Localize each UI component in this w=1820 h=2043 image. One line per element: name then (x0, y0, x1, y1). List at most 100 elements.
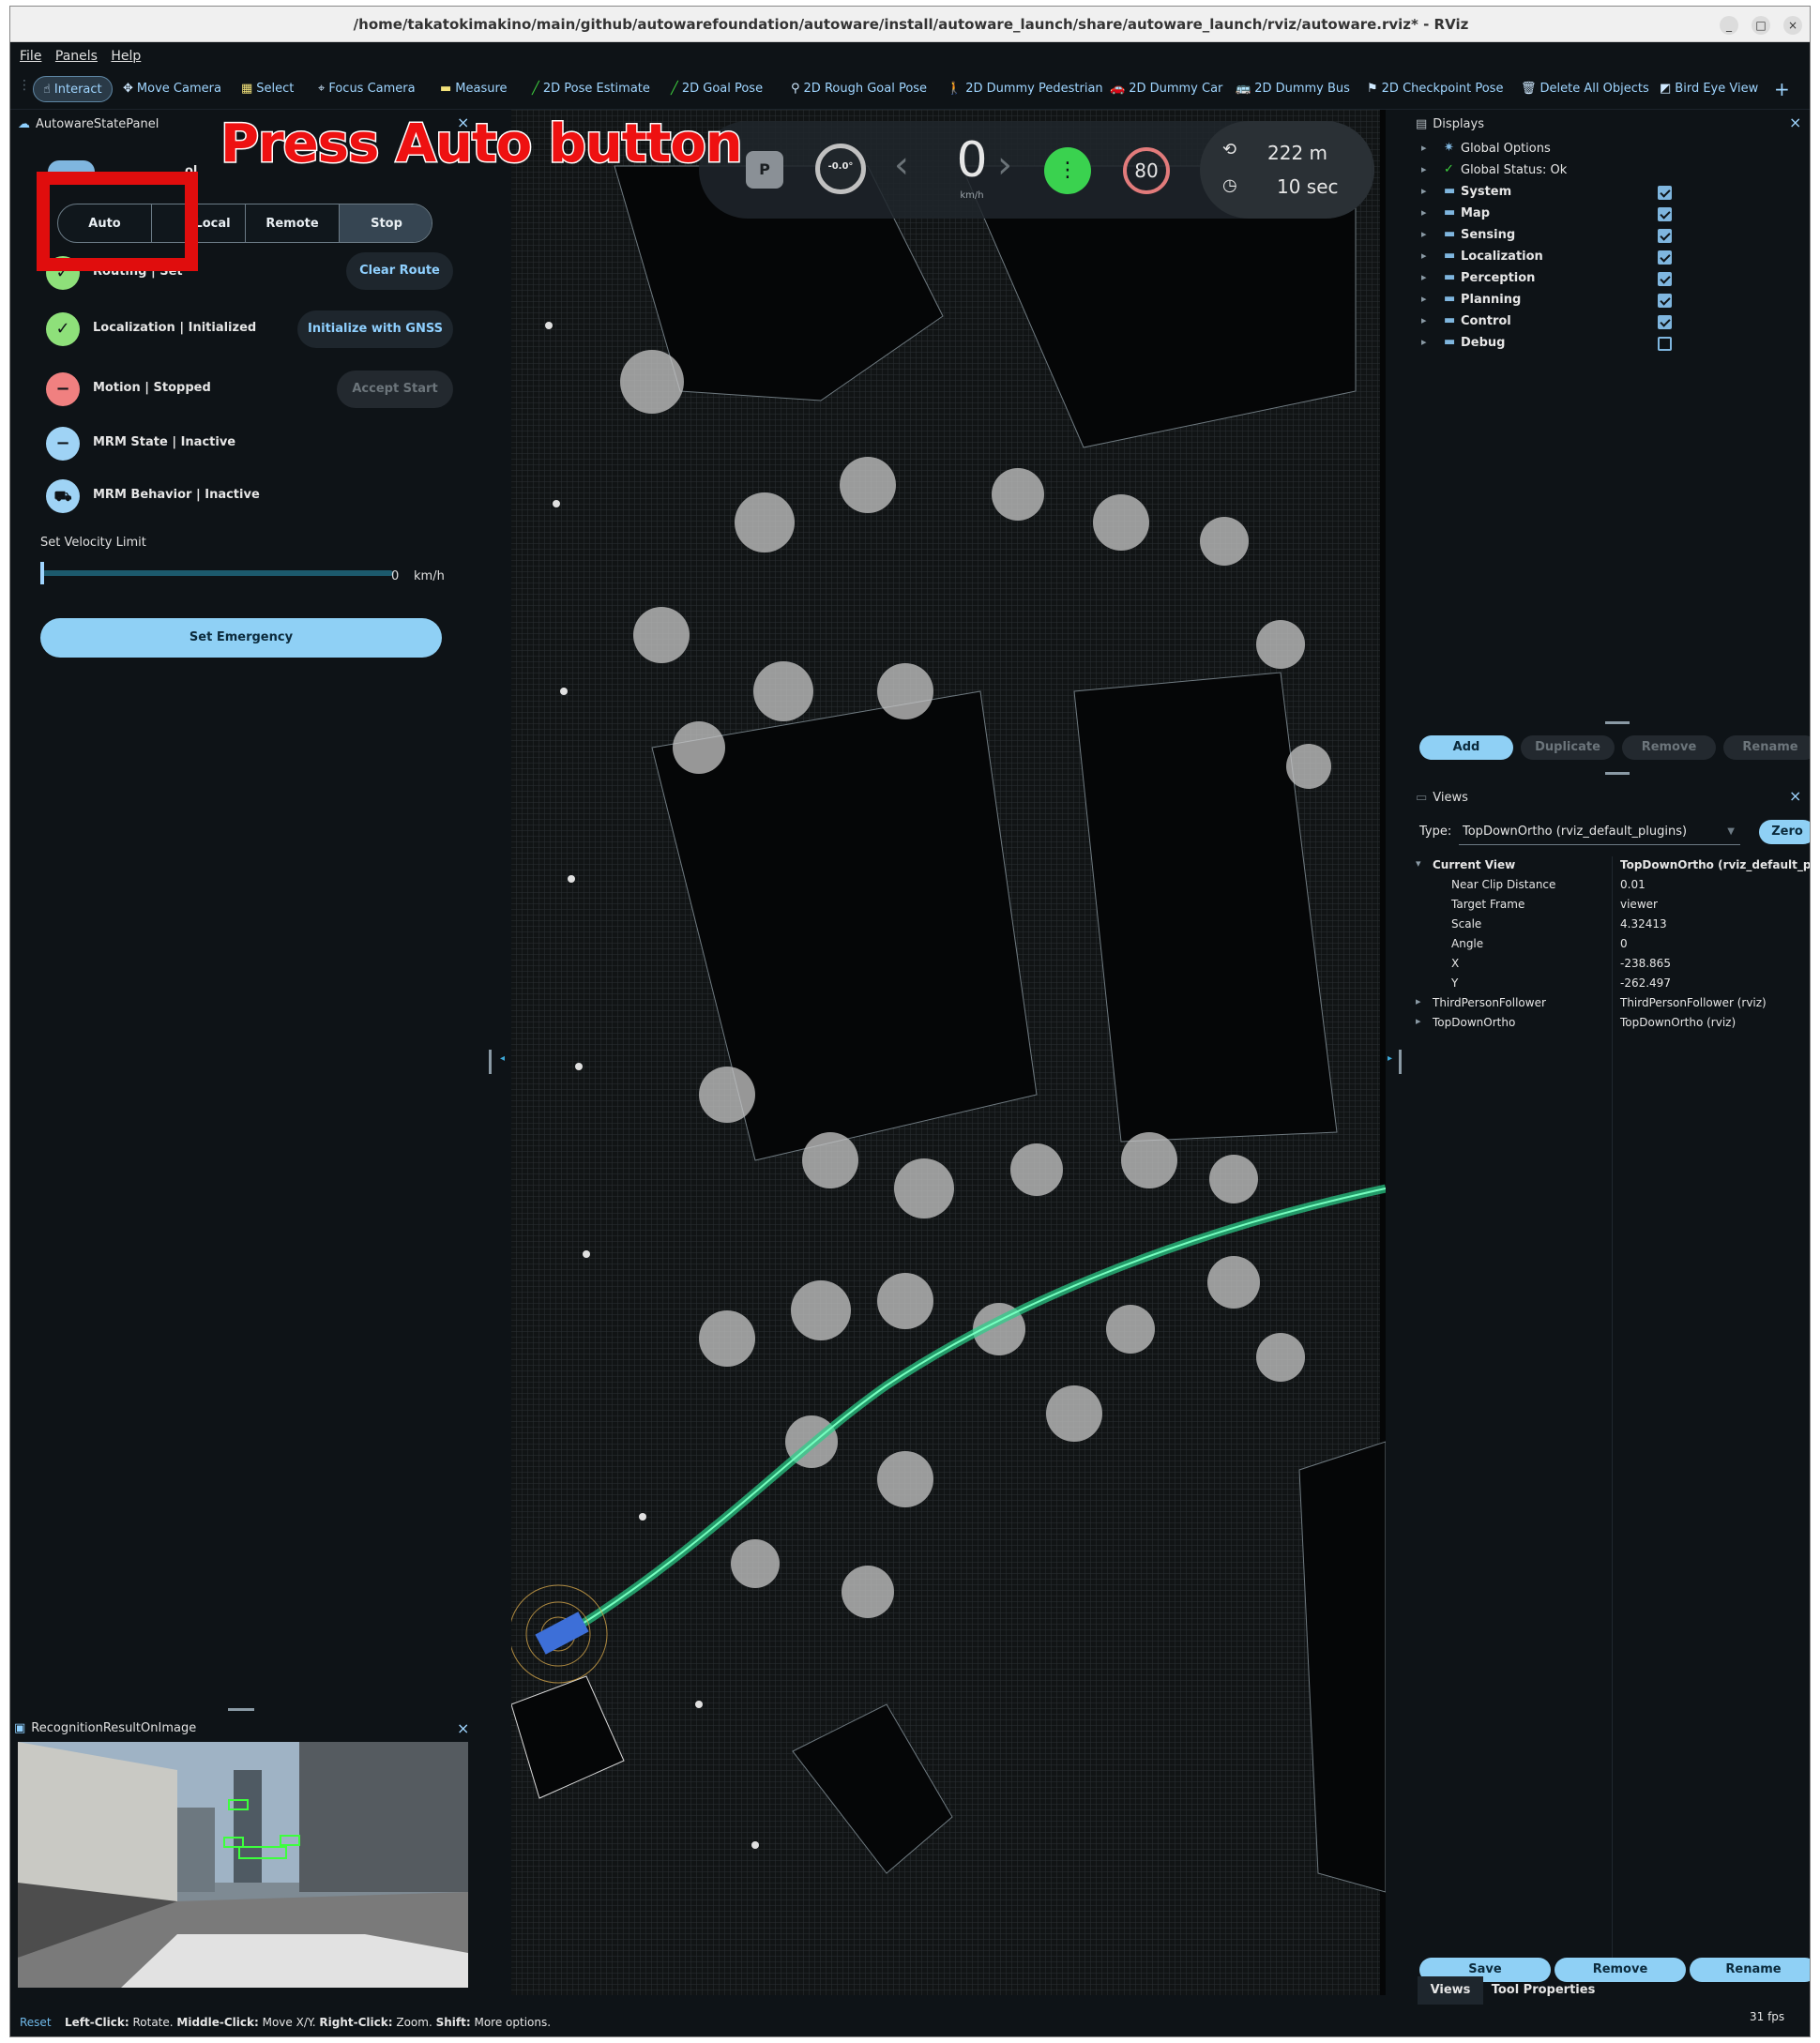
view-property-row[interactable]: Scale 4.32413 (1408, 916, 1810, 935)
set-emergency-button[interactable]: Set Emergency (40, 618, 442, 658)
goal-pose-tool[interactable]: ╱ 2D Goal Pose (671, 76, 763, 102)
view-property-row[interactable]: Angle 0 (1408, 935, 1810, 955)
menu-panels[interactable]: Panels (55, 49, 98, 64)
display-checkbox[interactable] (1658, 315, 1672, 329)
expand-arrow-icon[interactable]: ▸ (1421, 228, 1427, 240)
display-checkbox[interactable] (1658, 207, 1672, 221)
splitter-handle[interactable] (1605, 772, 1630, 775)
display-item[interactable]: ▸ ✓ Global Status: Ok (1421, 161, 1797, 182)
dummy-pedestrian-tool[interactable]: 🚶 2D Dummy Pedestrian (947, 76, 1103, 102)
display-item[interactable]: ▸ ✷ Global Options (1421, 140, 1797, 160)
dummy-car-tool[interactable]: 🚗 2D Dummy Car (1110, 76, 1222, 102)
display-item[interactable]: ▸ ▬ Sensing (1421, 226, 1797, 247)
steering-wheel-icon: -0.0° (815, 144, 866, 194)
splitter-handle[interactable] (1605, 721, 1630, 724)
expand-arrow-icon[interactable]: ▸ (1421, 314, 1427, 326)
tab-views[interactable]: Views (1418, 1976, 1483, 2005)
display-checkbox[interactable] (1658, 229, 1672, 243)
menu-file[interactable]: File (20, 49, 41, 64)
rough-goal-pose-tool[interactable]: ⚲ 2D Rough Goal Pose (791, 76, 927, 102)
view-property-value: viewer (1620, 898, 1658, 911)
select-tool[interactable]: ▦ Select (241, 76, 294, 102)
view-property-row[interactable]: X -238.865 (1408, 955, 1810, 975)
slider-handle[interactable] (40, 562, 44, 584)
rename-display-button[interactable]: Rename (1723, 735, 1810, 760)
right-splitter: ▸ (1386, 110, 1408, 1995)
hint-shift-desc: More options. (470, 2016, 552, 2029)
view-type-label: Type: (1419, 825, 1452, 839)
display-checkbox[interactable] (1658, 294, 1672, 308)
expand-arrow-icon[interactable]: ▸ (1421, 250, 1427, 262)
close-panel-icon[interactable]: × (1789, 114, 1801, 131)
3d-viewport[interactable] (511, 110, 1386, 1995)
display-checkbox[interactable] (1658, 250, 1672, 265)
minimize-button[interactable]: _ (1720, 16, 1738, 35)
display-item[interactable]: ▸ ▬ Debug (1421, 334, 1797, 355)
expand-arrow-icon[interactable]: ▸ (1421, 142, 1427, 154)
toolbar-handle-icon[interactable]: ⋮ (18, 78, 31, 93)
add-display-button[interactable]: Add (1419, 735, 1513, 760)
zero-button[interactable]: Zero (1759, 820, 1810, 844)
maximize-button[interactable]: □ (1752, 16, 1770, 35)
tab-tool-properties[interactable]: Tool Properties (1487, 1976, 1600, 2005)
chevron-left-icon[interactable]: ◂ (500, 1053, 505, 1064)
map-render[interactable] (511, 110, 1386, 1995)
focus-camera-tool[interactable]: ⌖ Focus Camera (318, 76, 416, 102)
expand-arrow-icon[interactable]: ▸ (1421, 206, 1427, 219)
initialize-gnss-button[interactable]: Initialize with GNSS (297, 310, 453, 348)
rename-view-button[interactable]: Rename (1690, 1958, 1810, 1982)
splitter-handle[interactable] (489, 1050, 492, 1074)
stop-mode-button[interactable]: Stop (340, 204, 432, 242)
display-item[interactable]: ▸ ▬ Control (1421, 312, 1797, 333)
check-icon: ✓ (46, 312, 80, 346)
view-property-row[interactable]: Target Frame viewer (1408, 896, 1810, 916)
splitter-handle[interactable] (1399, 1050, 1402, 1074)
view-property-row[interactable]: Y -262.497 (1408, 975, 1810, 994)
duplicate-display-button[interactable]: Duplicate (1521, 735, 1615, 760)
expand-arrow-icon[interactable]: ▸ (1421, 185, 1427, 197)
display-checkbox[interactable] (1658, 337, 1672, 351)
accept-start-button[interactable]: Accept Start (337, 371, 453, 408)
add-tool-button[interactable]: + (1774, 76, 1790, 102)
chevron-down-icon[interactable]: ▾ (1416, 857, 1421, 870)
interact-tool[interactable]: ☝ Interact (33, 76, 113, 102)
close-panel-icon[interactable]: × (1789, 787, 1801, 805)
display-item[interactable]: ▸ ▬ Perception (1421, 269, 1797, 290)
pose-estimate-tool[interactable]: ╱ 2D Pose Estimate (532, 76, 650, 102)
bird-eye-view-tool[interactable]: ◩ Bird Eye View (1660, 76, 1758, 102)
clear-route-button[interactable]: Clear Route (346, 252, 453, 290)
close-panel-icon[interactable]: × (457, 1719, 469, 1737)
velocity-slider[interactable] (40, 562, 393, 584)
expand-arrow-icon[interactable]: ▸ (1421, 336, 1427, 348)
reset-button[interactable]: Reset (20, 2016, 52, 2029)
expand-arrow-icon[interactable]: ▸ (1416, 1015, 1421, 1027)
display-item[interactable]: ▸ ▬ Planning (1421, 291, 1797, 311)
expand-arrow-icon[interactable]: ▸ (1421, 163, 1427, 175)
view-type-select[interactable]: TopDownOrtho (rviz_default_plugins) ▼ (1459, 819, 1740, 845)
display-checkbox[interactable] (1658, 272, 1672, 286)
move-camera-tool[interactable]: ✥ Move Camera (123, 76, 221, 102)
delete-all-tool[interactable]: 🗑 Delete All Objects (1521, 76, 1649, 102)
display-item[interactable]: ▸ ▬ System (1421, 183, 1797, 204)
expand-arrow-icon[interactable]: ▸ (1416, 995, 1421, 1007)
remote-mode-button[interactable]: Remote (246, 204, 340, 242)
folder-icon: ▬ (1444, 249, 1456, 263)
expand-arrow-icon[interactable]: ▸ (1421, 271, 1427, 283)
chevron-right-icon[interactable]: ▸ (1388, 1053, 1392, 1064)
gear-icon: ✷ (1444, 141, 1454, 155)
splitter-handle[interactable] (228, 1708, 254, 1711)
view-property-row[interactable]: ▸ ThirdPersonFollower ThirdPersonFollower … (1408, 994, 1810, 1014)
view-property-row[interactable]: ▸ TopDownOrtho TopDownOrtho (rviz) (1408, 1014, 1810, 1034)
display-checkbox[interactable] (1658, 186, 1672, 200)
display-item[interactable]: ▸ ▬ Map (1421, 204, 1797, 225)
view-property-row[interactable]: Near Clip Distance 0.01 (1408, 876, 1810, 896)
close-button[interactable]: × (1783, 16, 1802, 35)
view-property-row[interactable]: ▾ Current View TopDownOrtho (rviz_default_… (1408, 856, 1810, 876)
measure-tool[interactable]: ▬ Measure (440, 76, 508, 102)
expand-arrow-icon[interactable]: ▸ (1421, 293, 1427, 305)
menu-help[interactable]: Help (111, 49, 141, 64)
dummy-bus-tool[interactable]: 🚌 2D Dummy Bus (1236, 76, 1350, 102)
display-item[interactable]: ▸ ▬ Localization (1421, 248, 1797, 268)
checkpoint-pose-tool[interactable]: ⚑ 2D Checkpoint Pose (1367, 76, 1503, 102)
remove-display-button[interactable]: Remove (1622, 735, 1716, 760)
